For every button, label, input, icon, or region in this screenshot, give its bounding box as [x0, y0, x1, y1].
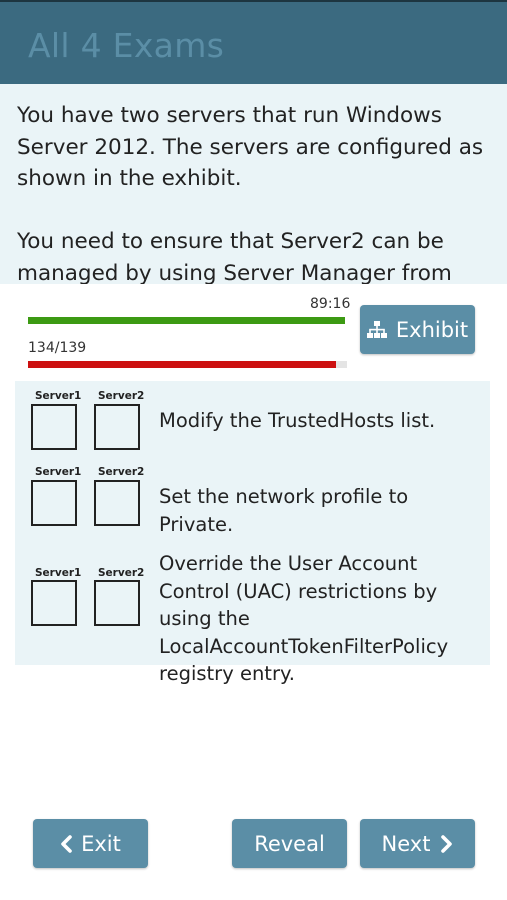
answer-text: Override the User Account Control (UAC) …: [159, 552, 449, 685]
server2-column-label: Server2: [98, 466, 145, 478]
reveal-button-label: Reveal: [254, 831, 325, 856]
answer-text: Modify the TrustedHosts list.: [159, 409, 436, 432]
question-text[interactable]: You have two servers that run Windows Se…: [0, 84, 507, 284]
server2-checkbox[interactable]: [94, 480, 140, 526]
exit-button[interactable]: Exit: [33, 819, 148, 868]
chevron-left-icon: [61, 834, 72, 853]
timer-label: 89:16: [310, 296, 351, 312]
timer-bar: [28, 317, 345, 324]
timer-bar-fill: [28, 317, 345, 324]
server2-checkbox[interactable]: [94, 580, 140, 626]
exhibit-button-label: Exhibit: [395, 317, 469, 342]
server2-column-label: Server2: [98, 567, 145, 579]
answer-area: Server1 Server2 Modify the TrustedHosts …: [15, 381, 490, 685]
progress-bar: [28, 361, 347, 368]
chevron-right-icon: [441, 834, 453, 853]
progress-label: 134/139: [28, 340, 87, 356]
sitemap-icon: [366, 320, 387, 338]
server2-column-label: Server2: [98, 390, 145, 402]
server1-column-label: Server1: [35, 567, 82, 579]
progress-bar-fill: [28, 361, 336, 368]
next-button[interactable]: Next: [360, 819, 475, 868]
server1-column-label: Server1: [35, 466, 82, 478]
question-paragraph: You have two servers that run Windows Se…: [17, 103, 484, 191]
exit-button-label: Exit: [81, 831, 121, 856]
question-paragraph: You need to ensure that Server2 can be m…: [17, 229, 452, 284]
reveal-button[interactable]: Reveal: [232, 819, 347, 868]
server1-checkbox[interactable]: [31, 480, 77, 526]
answer-text: Set the network profile to Private.: [159, 485, 409, 536]
app-title: All 4 Exams: [28, 26, 225, 65]
next-button-label: Next: [381, 831, 431, 856]
server1-column-label: Server1: [35, 390, 82, 402]
server1-checkbox[interactable]: [31, 580, 77, 626]
exhibit-button[interactable]: Exhibit: [360, 305, 475, 354]
app-header: All 4 Exams: [0, 0, 507, 84]
server1-checkbox[interactable]: [31, 404, 77, 450]
server2-checkbox[interactable]: [94, 404, 140, 450]
